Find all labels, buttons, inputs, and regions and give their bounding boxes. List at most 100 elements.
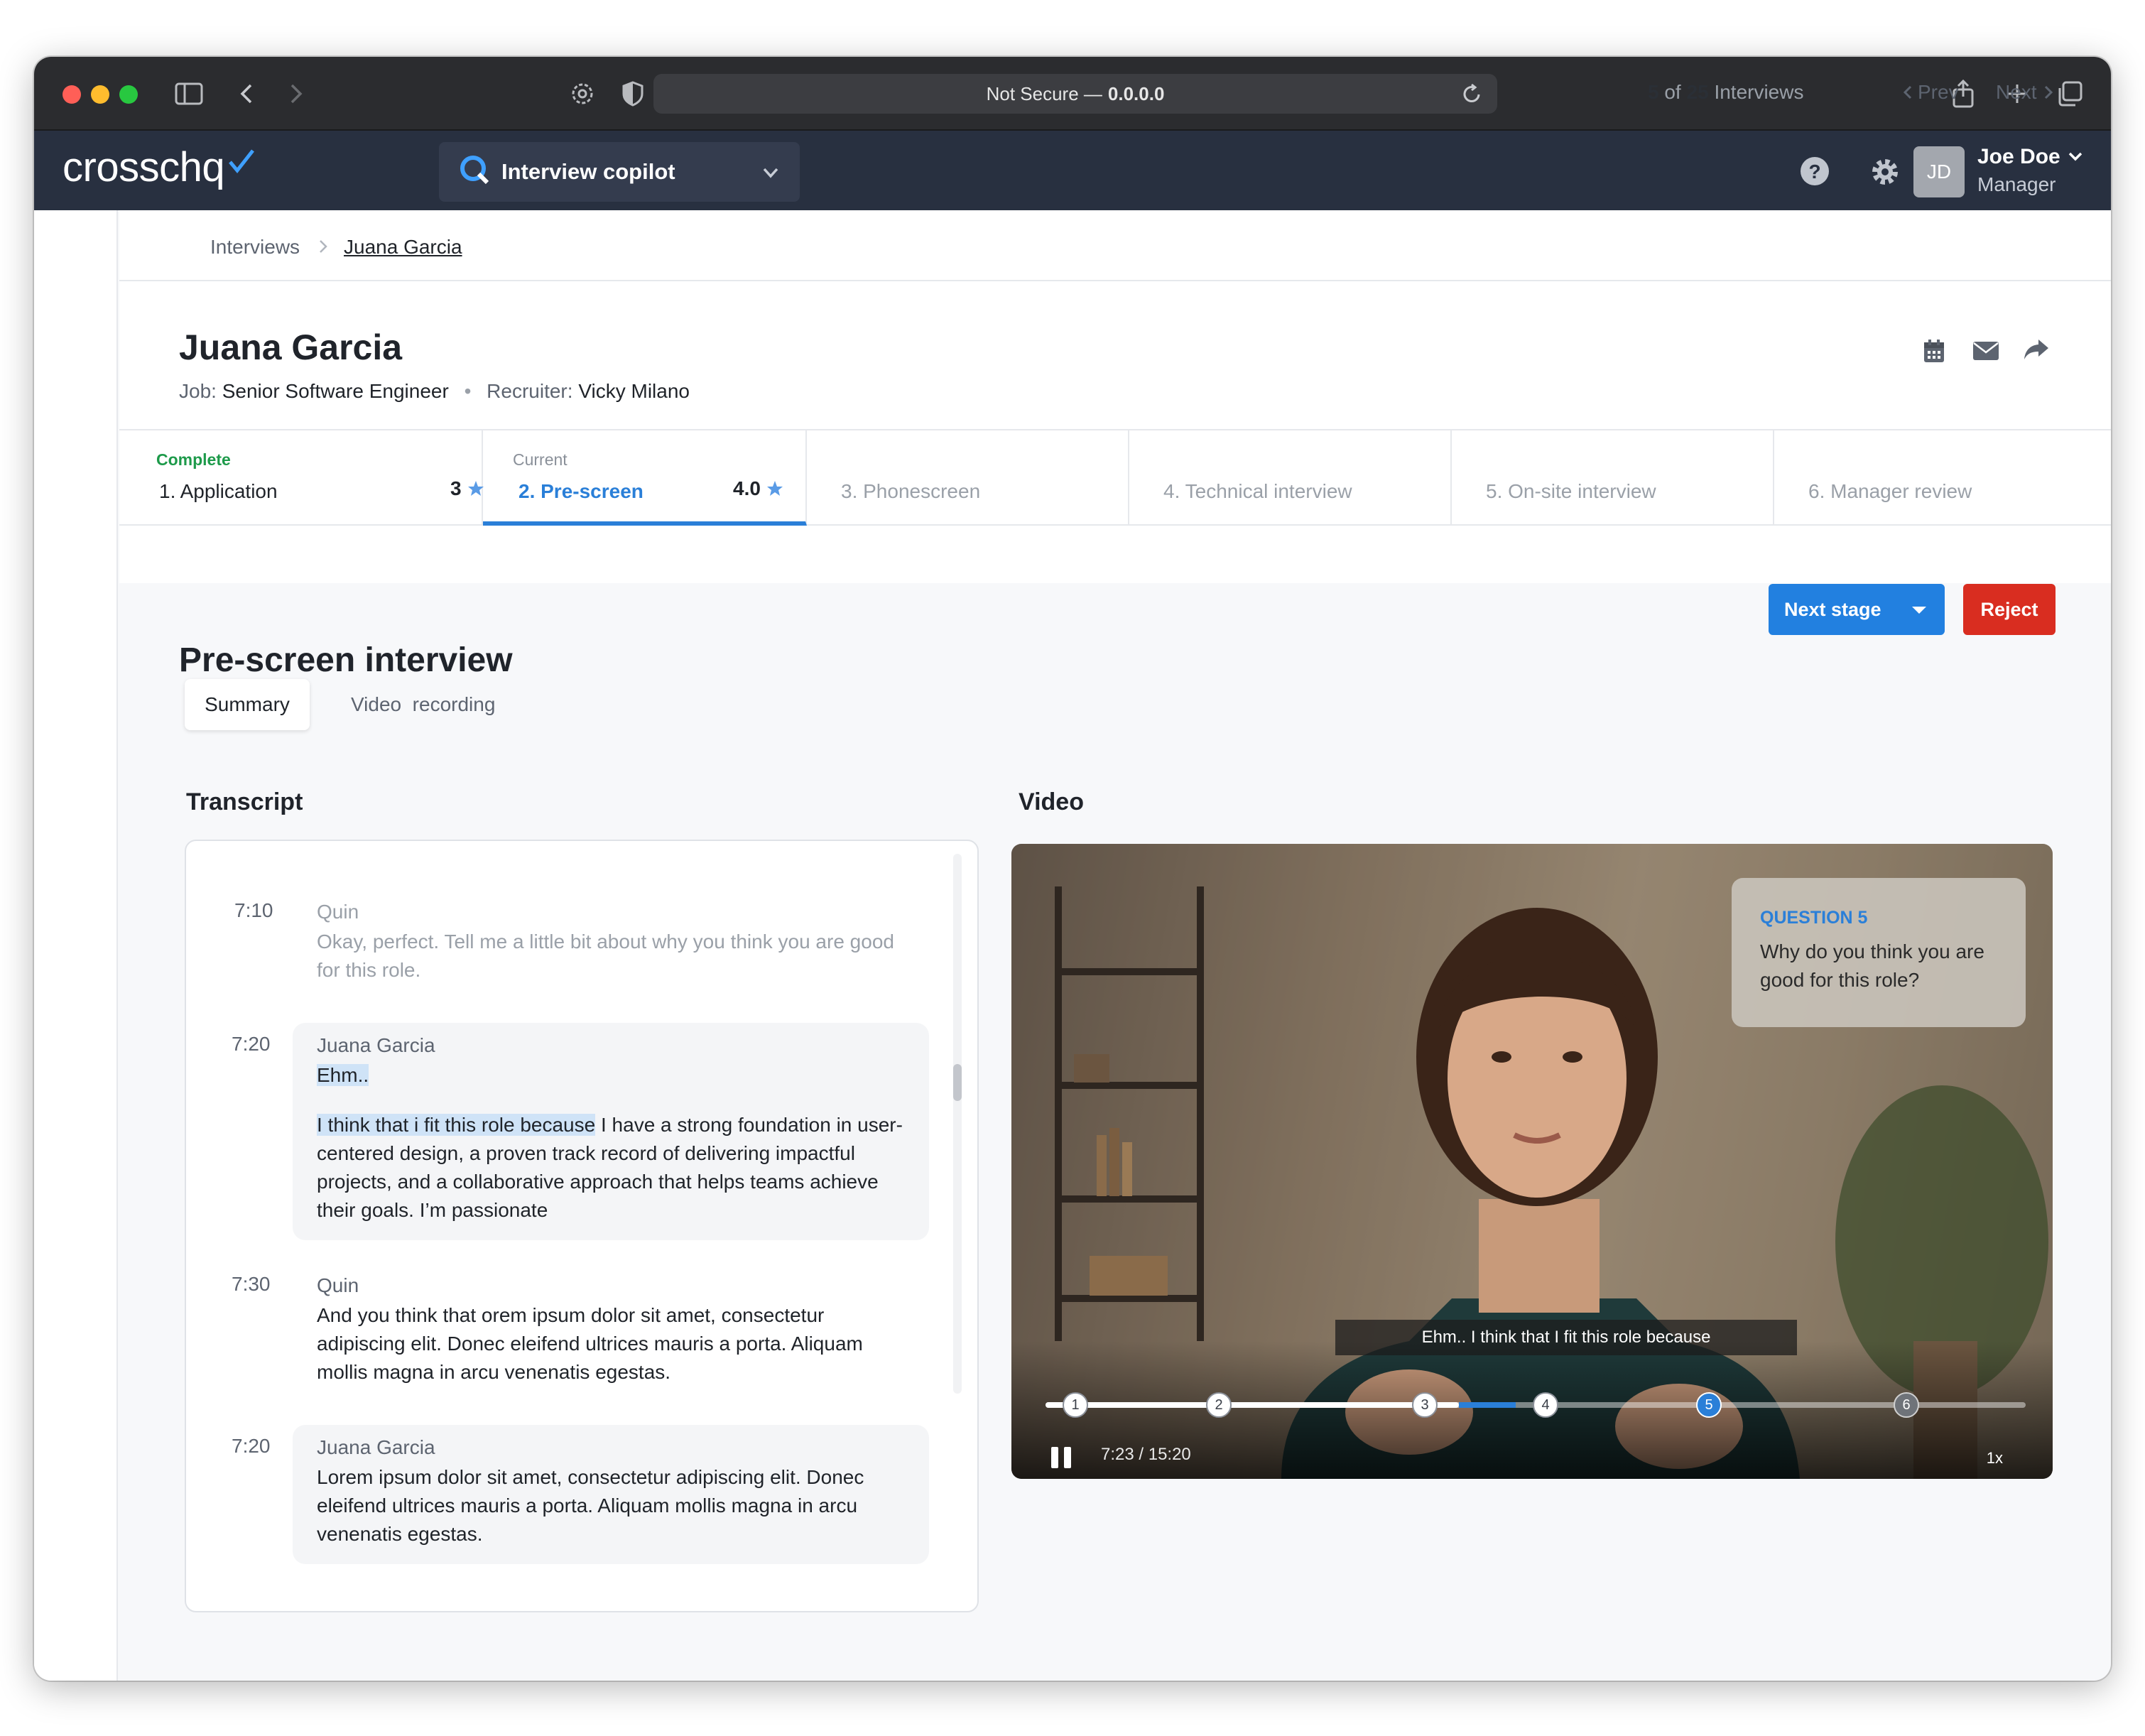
email-icon[interactable]	[1972, 340, 2000, 366]
reload-icon[interactable]	[1462, 82, 1483, 110]
site-settings-icon[interactable]	[568, 75, 597, 112]
minimize-window-button[interactable]	[91, 85, 109, 104]
counter-of: of	[1664, 81, 1681, 103]
timeline-active-segment	[1459, 1402, 1516, 1408]
user-name[interactable]: Joe Doe	[1977, 145, 2060, 169]
question-marker[interactable]: 6	[1894, 1392, 1919, 1418]
stage-label: 5. On-site interview	[1486, 480, 1656, 502]
pause-icon[interactable]	[1048, 1445, 1074, 1474]
video-player[interactable]: QUESTION 5 Why do you think you are good…	[1011, 844, 2053, 1479]
entry-time[interactable]: 7:10	[234, 899, 273, 922]
score-value: 4.0	[733, 477, 761, 499]
entry-speaker: Juana Garcia	[317, 1436, 435, 1458]
entry-time[interactable]: 7:30	[232, 1273, 271, 1296]
tab-video-recording[interactable]: Video recording	[351, 679, 495, 730]
candidate-meta: Job: Senior Software Engineer • Recruite…	[179, 380, 690, 403]
question-overlay: QUESTION 5 Why do you think you are good…	[1732, 878, 2026, 1027]
entry-speaker: Juana Garcia	[317, 1034, 435, 1056]
address-security-text: Not Secure —	[986, 82, 1102, 104]
question-marker[interactable]: 4	[1533, 1392, 1558, 1418]
reject-button[interactable]: Reject	[1963, 584, 2056, 635]
breadcrumb-current[interactable]: Juana Garcia	[344, 236, 462, 259]
video-title: Video	[1019, 788, 1084, 815]
forward-icon[interactable]	[286, 75, 307, 112]
maximize-window-button[interactable]	[119, 85, 138, 104]
address-bar[interactable]: Not Secure — 0.0.0.0	[653, 74, 1497, 114]
question-marker[interactable]: 1	[1063, 1392, 1088, 1418]
avatar[interactable]: JD	[1913, 146, 1965, 197]
product-switcher[interactable]: Interview copilot	[439, 142, 800, 202]
caret-down-icon[interactable]	[1912, 607, 1926, 614]
stage-phonescreen[interactable]: 3. Phonescreen	[807, 430, 1129, 526]
prev-button[interactable]: Prev	[1902, 81, 1959, 104]
stage-score: 4.0	[733, 477, 783, 500]
logo-text: crosschq	[63, 144, 225, 190]
question-marker-active[interactable]: 5	[1696, 1392, 1722, 1418]
highlighted-text[interactable]: Ehm..	[317, 1064, 369, 1086]
meta-separator: •	[464, 380, 472, 402]
privacy-shield-icon[interactable]	[621, 75, 645, 112]
question-text: Why do you think you are good for this r…	[1760, 940, 1984, 991]
help-icon[interactable]: ?	[1800, 156, 1830, 190]
product-name: Interview copilot	[501, 159, 675, 184]
entry-time[interactable]: 7:20	[232, 1435, 271, 1458]
chevron-down-icon	[761, 162, 780, 188]
breadcrumb: Interviews Juana Garcia	[119, 210, 2111, 281]
playback-speed[interactable]: 1x	[1987, 1449, 2003, 1468]
stage-technical-interview[interactable]: 4. Technical interview	[1129, 430, 1452, 526]
recruiter-name: Vicky Milano	[578, 380, 690, 402]
sidebar-toggle-icon[interactable]	[173, 75, 205, 112]
user-role: Manager	[1977, 173, 2056, 195]
left-gutter	[34, 210, 118, 1681]
breadcrumb-interviews[interactable]: Interviews	[210, 236, 300, 259]
app-header: crosschq Interview copilot ? JD Joe Doe …	[34, 131, 2111, 210]
entry-text: Lorem ipsum dolor sit amet, consectetur …	[317, 1466, 864, 1545]
entry-time[interactable]: 7:20	[232, 1033, 271, 1056]
next-label: Next	[1996, 81, 2037, 103]
stage-label: 3. Phonescreen	[841, 480, 981, 502]
stage-label: 4. Technical interview	[1163, 480, 1352, 502]
svg-text:?: ?	[1808, 161, 1820, 183]
stage-pre-screen[interactable]: Current 2. Pre-screen 4.0	[483, 430, 807, 526]
candidate-name: Juana Garcia	[179, 327, 403, 367]
close-window-button[interactable]	[63, 85, 81, 104]
job-label: Job:	[179, 380, 217, 402]
entry-speaker: Quin	[317, 1274, 359, 1296]
stage-status-complete: Complete	[156, 450, 231, 469]
interview-counter: 5 of 25 Interviews	[1648, 81, 1803, 104]
back-icon[interactable]	[236, 75, 257, 112]
stage-tracker: Complete 1. Application 3 Current 2. Pre…	[119, 429, 2111, 526]
chevron-right-icon	[317, 237, 330, 261]
next-button[interactable]: Next	[1996, 81, 2054, 104]
stage-application[interactable]: Complete 1. Application 3	[119, 430, 484, 526]
stage-label: 6. Manager review	[1808, 480, 1972, 502]
star-icon	[467, 481, 484, 496]
question-marker[interactable]: 2	[1206, 1392, 1232, 1418]
tab-overview-icon[interactable]	[2056, 75, 2084, 112]
user-menu-chevron-icon[interactable]	[2067, 148, 2084, 168]
share-forward-icon[interactable]	[2023, 338, 2050, 366]
stage-label: 1. Application	[159, 480, 278, 502]
entry-speaker: Quin	[317, 901, 359, 923]
crosschq-logo[interactable]: crosschq	[63, 143, 254, 191]
transcript-scrollbar[interactable]	[953, 854, 962, 1394]
recruiter-label: Recruiter:	[487, 380, 573, 402]
highlighted-text[interactable]: I think that i fit this role because	[317, 1114, 596, 1136]
stage-status-current: Current	[513, 450, 568, 469]
counter-total: 25	[1686, 81, 1709, 103]
transcript-scroll-thumb[interactable]	[953, 1064, 962, 1101]
entry-text: I think that i fit this role because I h…	[317, 1111, 918, 1225]
next-stage-button[interactable]: Next stage	[1769, 584, 1945, 635]
entry-text: And you think that orem ipsum dolor sit …	[317, 1304, 863, 1383]
question-marker[interactable]: 3	[1412, 1392, 1438, 1418]
settings-gear-icon[interactable]	[1869, 156, 1901, 191]
calendar-icon[interactable]	[1922, 338, 1946, 367]
stage-label: 2. Pre-screen	[518, 480, 644, 502]
stage-manager-review[interactable]: 6. Manager review	[1774, 430, 2111, 526]
entry-line: Ehm..	[317, 1061, 918, 1090]
score-value: 3	[450, 477, 462, 499]
stage-on-site-interview[interactable]: 5. On-site interview	[1452, 430, 1774, 526]
counter-position: 5	[1648, 81, 1659, 103]
tab-summary[interactable]: Summary	[185, 679, 310, 730]
chevron-left-icon	[1903, 85, 1912, 99]
